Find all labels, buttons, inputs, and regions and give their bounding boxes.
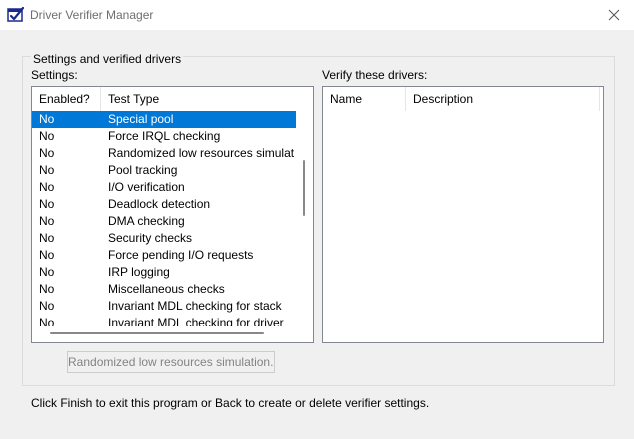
test-type-cell: Invariant MDL checking for stack [108, 299, 282, 313]
verify-drivers-label: Verify these drivers: [322, 68, 428, 82]
enabled-cell: No [39, 146, 55, 160]
enabled-cell: No [39, 299, 55, 313]
column-header-name[interactable]: Name [323, 87, 406, 111]
window-title: Driver Verifier Manager [30, 8, 154, 22]
test-type-cell: Special pool [108, 112, 174, 126]
instructions-text: Click Finish to exit this program or Bac… [31, 396, 430, 410]
test-type-cell: Randomized low resources simulation [108, 146, 294, 160]
test-type-cell: Security checks [108, 231, 193, 245]
table-row[interactable]: No I/O verification [32, 179, 296, 196]
column-header-enabled[interactable]: Enabled? [32, 87, 101, 111]
enabled-cell: No [39, 197, 55, 211]
enabled-cell: No [39, 214, 55, 228]
table-row[interactable]: No Force IRQL checking [32, 128, 296, 145]
driver-verifier-app-icon [7, 6, 25, 24]
enabled-cell: No [39, 282, 55, 296]
test-type-cell: Miscellaneous checks [108, 282, 225, 296]
enabled-cell: No [39, 129, 55, 143]
enabled-cell: No [39, 231, 55, 245]
test-type-cell: Pool tracking [108, 163, 178, 177]
horizontal-scrollbar-thumb[interactable] [50, 332, 264, 334]
settings-list[interactable]: Enabled? Test Type No Special pool No Force… [31, 86, 314, 343]
randomized-low-resources-simulation-button[interactable]: Randomized low resources simulation... [67, 351, 275, 373]
group-legend: Settings and verified drivers [31, 52, 184, 66]
horizontal-scrollbar[interactable] [32, 326, 313, 342]
close-icon [608, 9, 620, 21]
enabled-cell: No [39, 265, 55, 279]
table-row[interactable]: No DMA checking [32, 213, 296, 230]
enabled-cell: No [39, 112, 55, 126]
enabled-cell: No [39, 163, 55, 177]
settings-label: Settings: [31, 68, 78, 82]
table-row[interactable]: No Miscellaneous checks [32, 281, 296, 298]
test-type-cell: IRP logging [108, 265, 170, 279]
title-bar: Driver Verifier Manager [0, 0, 634, 30]
column-header-description[interactable]: Description [406, 87, 600, 111]
table-row[interactable]: No Force pending I/O requests [32, 247, 296, 264]
table-row[interactable]: No IRP logging [32, 264, 296, 281]
test-type-cell: Force pending I/O requests [108, 248, 254, 262]
settings-list-header: Enabled? Test Type [32, 87, 296, 111]
test-type-cell: I/O verification [108, 180, 185, 194]
table-row[interactable]: No Pool tracking [32, 162, 296, 179]
test-type-cell: DMA checking [108, 214, 185, 228]
settings-rows: No Special pool No Force IRQL checking No Ran… [32, 111, 296, 332]
test-type-cell: Deadlock detection [108, 197, 211, 211]
vertical-scrollbar[interactable] [297, 87, 313, 327]
column-header-test-type[interactable]: Test Type [101, 87, 296, 111]
table-row[interactable]: No Special pool [32, 111, 296, 128]
enabled-cell: No [39, 180, 55, 194]
test-type-cell: Force IRQL checking [108, 129, 221, 143]
vertical-scrollbar-thumb[interactable] [303, 160, 305, 216]
table-row[interactable]: No Security checks [32, 230, 296, 247]
drivers-list[interactable]: Name Description [322, 86, 604, 343]
table-row[interactable]: No Randomized low resources simulation [32, 145, 296, 162]
drivers-list-header: Name Description [323, 87, 603, 111]
table-row[interactable]: No Invariant MDL checking for stack [32, 298, 296, 315]
close-button[interactable] [594, 0, 634, 30]
enabled-cell: No [39, 248, 55, 262]
table-row[interactable]: No Deadlock detection [32, 196, 296, 213]
